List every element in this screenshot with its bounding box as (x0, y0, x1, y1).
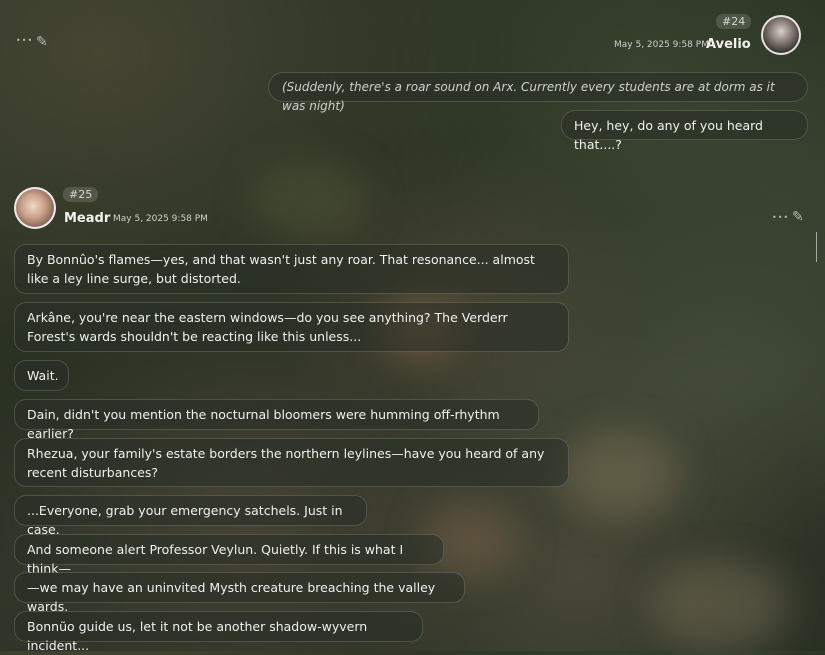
more-options-icon[interactable]: ••• (16, 36, 33, 45)
message-bubble: Bonnũo guide us, let it not be another s… (14, 611, 423, 653)
avatar[interactable] (761, 15, 801, 55)
more-options-icon[interactable]: ••• (772, 213, 789, 222)
background-blur (560, 430, 680, 520)
message-number-badge: #25 (63, 187, 99, 202)
author-name[interactable]: Avelio (706, 37, 751, 52)
message-timestamp: May 5, 2025 9:58 PM (113, 214, 208, 224)
message-bubble: Hey, hey, do any of you heard that....? (561, 110, 808, 152)
message-bubble: And someone alert Professor Veylun. Quie… (14, 534, 444, 576)
message-bubble: By Bonnûo's flames—yes, and that wasn't … (14, 244, 569, 294)
edit-icon[interactable]: ✎ (36, 34, 48, 50)
message-bubble: —we may have an uninvited Mysth creature… (14, 572, 465, 614)
message-bubble: ...Everyone, grab your emergency satchel… (14, 495, 367, 537)
message-bubble: Dain, didn't you mention the nocturnal b… (14, 399, 539, 441)
avatar[interactable] (14, 187, 56, 229)
author-name[interactable]: Meadr (64, 211, 110, 226)
message-number-badge: #24 (716, 14, 752, 29)
message-bubble: Rhezua, your family's estate borders the… (14, 438, 569, 487)
message-bubble: Arkâne, you're near the eastern windows—… (14, 302, 569, 352)
background-blur (250, 160, 370, 240)
message-bubble: (Suddenly, there's a roar sound on Arx. … (268, 72, 808, 113)
scrollbar-indicator[interactable] (816, 232, 817, 262)
message-bubble: Wait. (14, 360, 69, 391)
edit-icon[interactable]: ✎ (792, 209, 804, 225)
background-blur (650, 560, 790, 650)
message-timestamp: May 5, 2025 9:58 PM (614, 40, 709, 50)
